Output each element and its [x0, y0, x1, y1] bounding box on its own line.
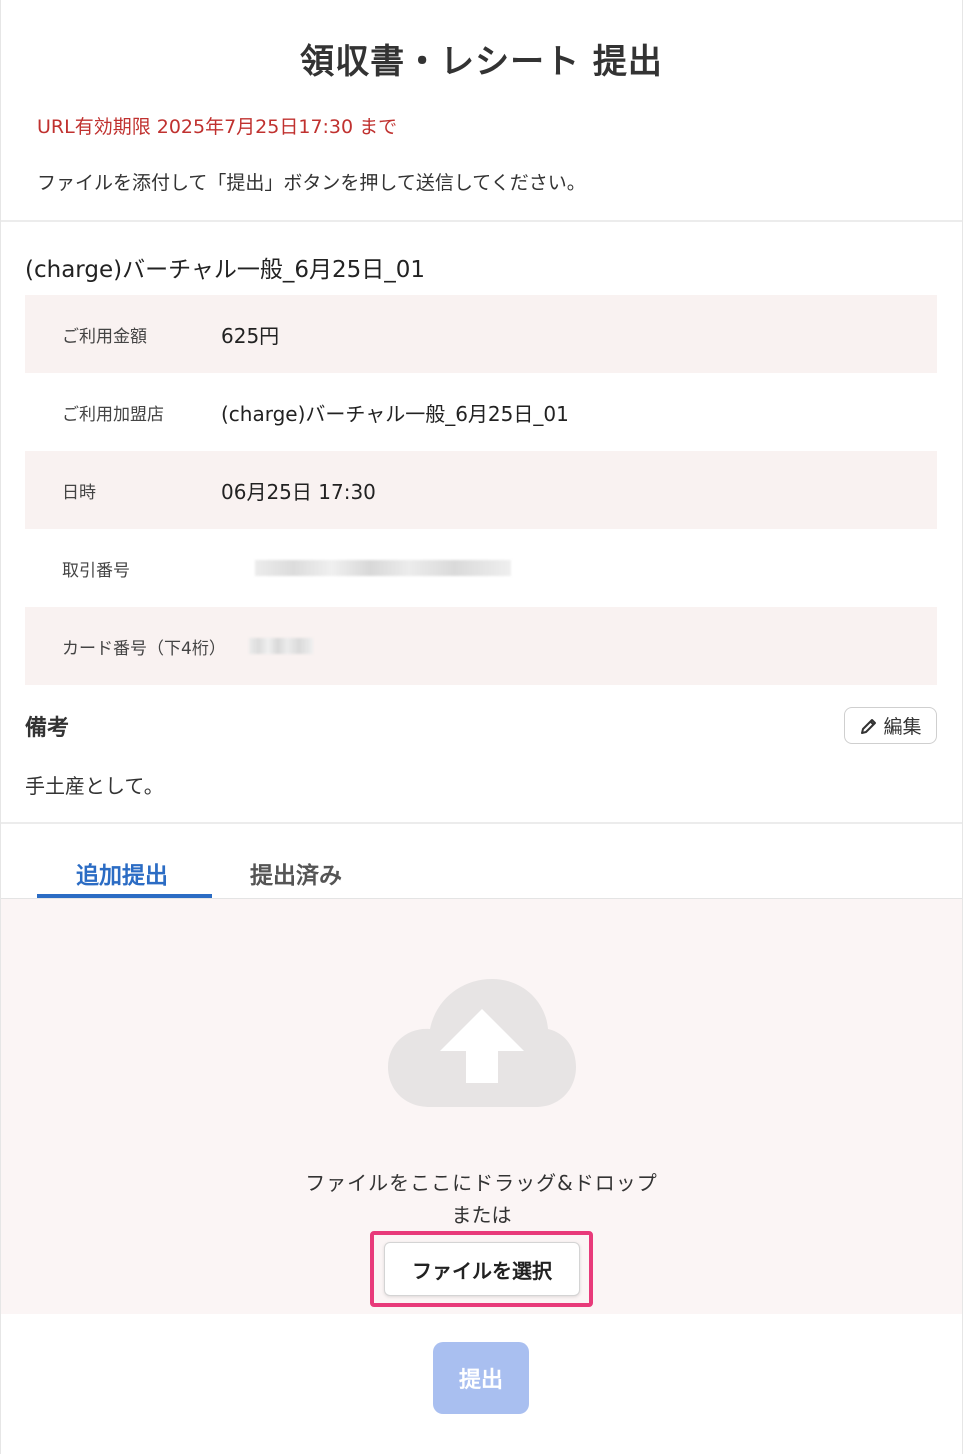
submission-tabs: 追加提出 提出済み [1, 840, 962, 899]
url-expiry-notice: URL有効期限 2025年7月25日17:30 まで [37, 116, 398, 138]
transaction-detail-table: ご利用金額 625円 ご利用加盟店 (charge)バーチャル一般_6月25日_… [25, 295, 937, 685]
detail-label: 取引番号 [62, 560, 130, 581]
detail-row-amount: ご利用金額 625円 [25, 295, 937, 373]
edit-button-label: 編集 [883, 716, 922, 738]
tab-submitted[interactable]: 提出済み [250, 856, 342, 890]
remarks-heading: 備考 [25, 716, 70, 741]
file-drop-zone[interactable]: ファイルをここにドラッグ&ドロップ または ファイルを選択 [1, 899, 962, 1314]
redacted-card-number [249, 638, 313, 654]
pencil-icon [859, 716, 879, 736]
detail-row-datetime: 日時 06月25日 17:30 [25, 451, 937, 529]
transaction-title: (charge)バーチャル一般_6月25日_01 [25, 257, 426, 283]
remarks-text: 手土産として。 [25, 774, 164, 798]
page-title: 領収書・レシート 提出 [300, 42, 663, 82]
section-divider [1, 822, 962, 824]
page-header: 領収書・レシート 提出 URL有効期限 2025年7月25日17:30 まで フ… [1, 0, 962, 222]
cloud-upload-icon [386, 977, 578, 1113]
detail-label: ご利用加盟店 [62, 404, 164, 425]
detail-label: ご利用金額 [62, 326, 147, 347]
detail-value: 06月25日 17:30 [221, 479, 376, 504]
tab-additional-submission[interactable]: 追加提出 [76, 856, 168, 890]
detail-value: 625円 [221, 323, 280, 348]
active-tab-indicator [37, 894, 212, 898]
detail-row-card-number: カード番号（下4桁） [25, 607, 937, 685]
receipt-submission-page: 領収書・レシート 提出 URL有効期限 2025年7月25日17:30 まで フ… [0, 0, 963, 1454]
drag-drop-instruction: ファイルをここにドラッグ&ドロップ [305, 1171, 658, 1195]
detail-value: (charge)バーチャル一般_6月25日_01 [221, 401, 569, 426]
detail-row-transaction-number: 取引番号 [25, 529, 937, 607]
submit-button[interactable]: 提出 [433, 1342, 529, 1414]
select-file-button[interactable]: ファイルを選択 [384, 1242, 580, 1296]
redacted-transaction-number [255, 560, 511, 576]
instruction-text: ファイルを添付して「提出」ボタンを押して送信してください。 [37, 172, 586, 194]
detail-row-merchant: ご利用加盟店 (charge)バーチャル一般_6月25日_01 [25, 373, 937, 451]
detail-label: 日時 [62, 482, 96, 503]
or-separator-text: または [451, 1203, 512, 1227]
detail-label: カード番号（下4桁） [62, 638, 226, 659]
edit-remarks-button[interactable]: 編集 [844, 707, 937, 744]
